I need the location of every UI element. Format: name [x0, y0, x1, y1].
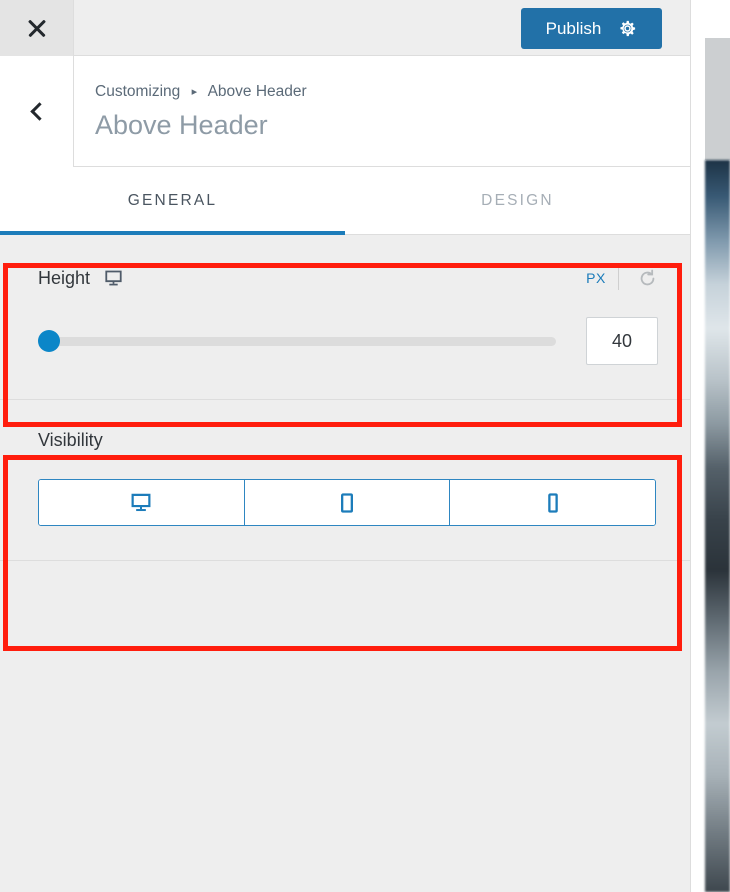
height-label: Height	[38, 267, 91, 288]
reset-button[interactable]	[619, 268, 658, 289]
customizer-panel: Publish Customizing ▸ Above Header Above…	[0, 0, 691, 892]
breadcrumb-current: Above Header	[207, 83, 307, 100]
breadcrumb-separator-icon: ▸	[191, 86, 198, 98]
page-title: Above Header	[95, 110, 268, 141]
height-value-input[interactable]	[586, 317, 658, 365]
customizer-titlebar: Customizing ▸ Above Header Above Header	[0, 56, 690, 167]
publish-button[interactable]: Publish	[521, 8, 662, 49]
height-slider-track	[38, 336, 556, 346]
title-block: Customizing ▸ Above Header Above Header	[95, 82, 307, 143]
tablet-icon	[341, 492, 353, 513]
chevron-left-icon	[29, 102, 49, 121]
height-control-actions: PX	[586, 266, 658, 290]
back-button[interactable]	[0, 56, 74, 167]
visibility-desktop-button[interactable]	[39, 480, 245, 525]
reset-icon	[640, 269, 655, 285]
desktop-icon[interactable]	[104, 269, 123, 288]
visibility-section: Visibility	[0, 400, 690, 561]
preview-header-band	[705, 38, 730, 160]
breadcrumb-root[interactable]: Customizing	[95, 83, 180, 100]
publish-button-label: Publish	[545, 18, 602, 38]
customizer-screen: Publish Customizing ▸ Above Header Above…	[0, 0, 730, 892]
visibility-toggle-group	[38, 479, 656, 526]
gear-icon	[620, 20, 636, 37]
height-control-header: Height PX	[38, 265, 658, 291]
height-slider-thumb[interactable]	[38, 330, 60, 352]
panel-tabs: GENERAL DESIGN	[0, 167, 690, 235]
customizer-topbar: Publish	[0, 0, 690, 56]
close-customizer-button[interactable]	[0, 0, 74, 56]
desktop-icon	[131, 493, 151, 511]
unit-px-button[interactable]: PX	[586, 270, 618, 286]
visibility-tablet-button[interactable]	[244, 480, 451, 525]
height-slider[interactable]	[38, 330, 556, 352]
preview-hero-image	[705, 160, 730, 892]
height-label-group: Height	[38, 268, 123, 289]
breadcrumb: Customizing ▸ Above Header	[95, 82, 307, 102]
height-slider-row	[38, 317, 658, 365]
close-x-icon	[26, 17, 48, 39]
site-preview-pane[interactable]	[691, 0, 730, 892]
height-section: Height PX	[0, 235, 690, 400]
visibility-label: Visibility	[38, 430, 103, 450]
visibility-mobile-button[interactable]	[450, 480, 655, 525]
tab-general[interactable]: GENERAL	[0, 167, 345, 235]
mobile-icon	[547, 492, 558, 513]
tab-design[interactable]: DESIGN	[345, 167, 690, 234]
tab-general-label: GENERAL	[127, 191, 218, 209]
tab-design-label: DESIGN	[481, 191, 554, 209]
